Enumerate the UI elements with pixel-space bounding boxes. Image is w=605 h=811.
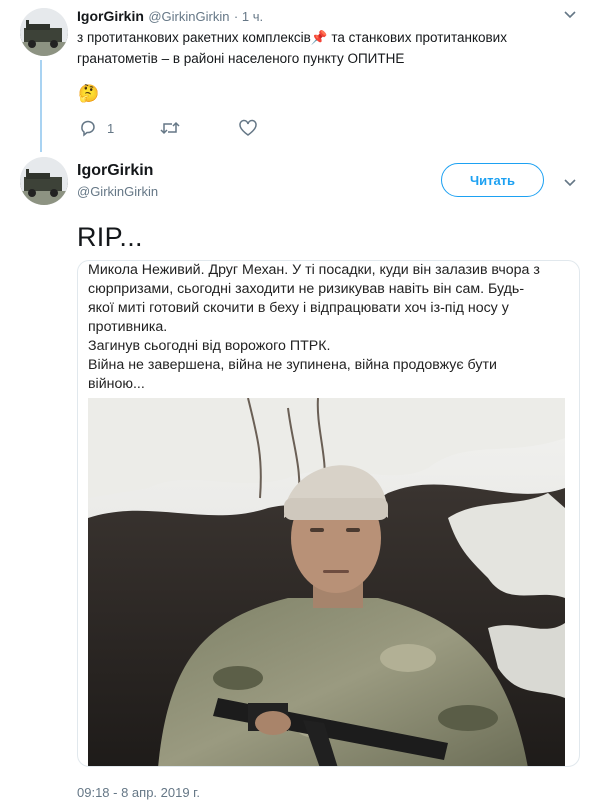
follow-button[interactable]: Читать bbox=[441, 163, 544, 197]
quoted-card[interactable]: Микола Неживий. Друг Механ. У ті посадки… bbox=[77, 260, 580, 767]
card-text-line: війною... bbox=[88, 376, 145, 392]
reply-icon bbox=[81, 120, 95, 137]
reply-button[interactable]: 1 bbox=[79, 119, 114, 137]
tweet-text: RIP... bbox=[77, 222, 143, 252]
pushpin-icon: 📌 bbox=[310, 30, 328, 45]
card-text-line: якої миті готовий скочити в беху і відпр… bbox=[88, 300, 509, 316]
thread-line bbox=[40, 60, 42, 152]
card-text-line: Загинув сьогодні від ворожого ПТРК. bbox=[88, 338, 331, 354]
avatar[interactable] bbox=[20, 157, 68, 205]
like-button[interactable] bbox=[239, 119, 257, 137]
card-text-line: сюрпризами, сьогодні заходити не ризикув… bbox=[88, 281, 525, 297]
retweet-icon bbox=[160, 121, 180, 135]
user-handle[interactable]: @GirkinGirkin bbox=[148, 9, 229, 24]
tweet-time[interactable]: · 1 ч. bbox=[234, 9, 263, 24]
chevron-down-icon[interactable] bbox=[563, 176, 577, 193]
tweet-text-line: гранатометів – в районі населеного пункт… bbox=[77, 51, 405, 66]
card-text: Микола Неживий. Друг Механ. У ті посадки… bbox=[88, 261, 568, 394]
tweet-text-line: та станкових протитанкових bbox=[327, 30, 507, 45]
card-text-line: Війна не завершена, війна не зупинена, в… bbox=[88, 357, 497, 373]
card-text-line: Микола Неживий. Друг Механ. У ті посадки… bbox=[88, 262, 540, 278]
tweet-text-line: з протитанкових ракетних комплексів bbox=[77, 30, 311, 45]
retweet-button[interactable] bbox=[160, 119, 180, 137]
avatar[interactable] bbox=[20, 8, 68, 56]
card-text-line: противника. bbox=[88, 319, 168, 335]
tweet-timestamp[interactable]: 09:18 - 8 апр. 2019 г. bbox=[77, 785, 200, 800]
display-name[interactable]: IgorGirkin bbox=[77, 162, 153, 180]
thinking-face-icon: 🤔 bbox=[78, 84, 100, 103]
heart-icon bbox=[239, 119, 257, 136]
tweet-header: IgorGirkin @GirkinGirkin · 1 ч. bbox=[77, 8, 263, 26]
user-handle[interactable]: @GirkinGirkin bbox=[77, 184, 158, 199]
tweet-text: з протитанкових ракетних комплексів📌 та … bbox=[77, 27, 577, 69]
reply-count: 1 bbox=[107, 120, 115, 136]
card-photo[interactable] bbox=[88, 398, 565, 766]
display-name[interactable]: IgorGirkin bbox=[77, 8, 144, 24]
chevron-down-icon[interactable] bbox=[563, 8, 577, 25]
